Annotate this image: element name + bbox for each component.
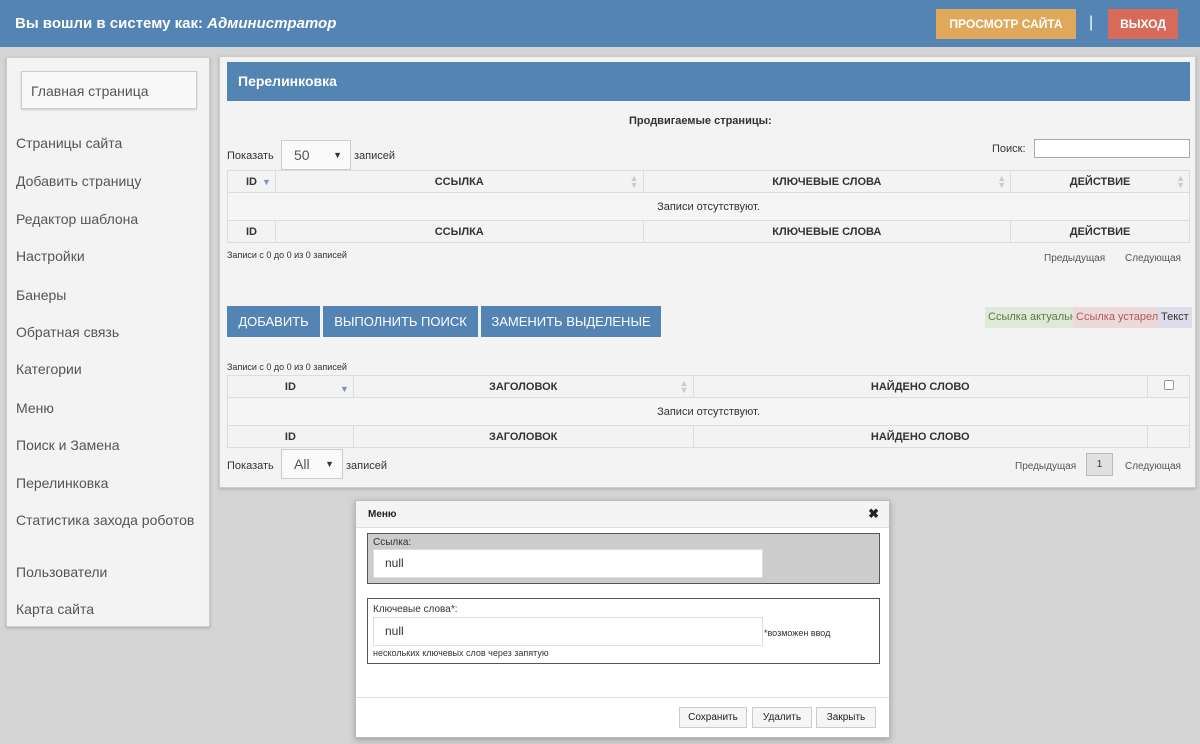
keywords-note-2: нескольких ключевых слов через запятую (373, 648, 549, 658)
panel-title: Перелинковка (227, 62, 1190, 101)
select-all-cell (1147, 375, 1190, 398)
footer-found-word: НАЙДЕНО СЛОВО (692, 425, 1149, 448)
top-bar: Вы вошли в систему как: Администратор ПР… (0, 0, 1200, 47)
column-action[interactable]: ДЕЙСТВИЕ ▲ ▼ (1010, 170, 1190, 193)
empty-message: Записи отсутствуют. (227, 397, 1190, 426)
table-row: Записи отсутствуют. (227, 192, 1190, 221)
keywords-note: *возможен ввод (764, 628, 831, 638)
footer-id: ID (227, 220, 276, 243)
header-separator: | (1089, 14, 1094, 31)
column-keywords[interactable]: КЛЮЧЕВЫЕ СЛОВА ▲ ▼ (642, 170, 1012, 193)
link-fieldset: Ссылка: null (367, 533, 880, 584)
close-button[interactable]: Закрыть (816, 707, 876, 728)
login-status: Вы вошли в систему как: Администратор (15, 15, 336, 32)
sort-icon: ▲ ▼ (1176, 173, 1185, 190)
show-label: Показать (227, 150, 274, 162)
sort-icon: ▲ ▼ (679, 378, 689, 395)
column-id[interactable]: ID ▼ (227, 170, 276, 193)
table-row: Записи отсутствуют. (227, 397, 1190, 426)
keywords-fieldset: Ключевые слова*: null *возможен ввод нес… (367, 598, 880, 664)
sidebar-item-users[interactable]: Пользователи (16, 565, 196, 579)
sidebar-item-pages[interactable]: Страницы сайта (16, 136, 196, 150)
legend-actual: Ссылка актуальна (985, 307, 1086, 328)
page-size-value: 50 (294, 147, 310, 163)
dialog-divider (356, 697, 889, 698)
column-id[interactable]: ID ▼ (227, 375, 354, 398)
sort-desc-icon: ▼ (262, 177, 271, 187)
sidebar-item-add-page[interactable]: Добавить страницу (16, 174, 196, 188)
replace-selected-button[interactable]: ЗАМЕНИТЬ ВЫДЕЛЕНЫЕ (481, 306, 661, 337)
next-page-link-2[interactable]: Следующая (1125, 461, 1181, 472)
dialog-title: Меню (356, 501, 889, 528)
legend-outdated: Ссылка устарела (1073, 307, 1168, 328)
empty-message: Записи отсутствуют. (227, 192, 1190, 221)
table-header-row: ID ▼ ССЫЛКА ▲ ▼ КЛЮЧЕВЫЕ СЛОВА ▲ ▼ ДЕЙСТВИЕ ▲ ▼ (227, 170, 1190, 193)
login-user: Администратор (207, 15, 337, 32)
run-search-button[interactable]: ВЫПОЛНИТЬ ПОИСК (323, 306, 478, 337)
legend-text: Текст (1158, 307, 1192, 328)
sidebar-item-feedback[interactable]: Обратная связь (16, 325, 196, 339)
table-footer-row: ID ЗАГОЛОВОК НАЙДЕНО СЛОВО (227, 425, 1190, 448)
main-panel: Перелинковка Продвигаемые страницы: Пока… (219, 56, 1196, 488)
table-footer-row: ID ССЫЛКА КЛЮЧЕВЫЕ СЛОВА ДЕЙСТВИЕ (227, 220, 1190, 243)
sort-icon: ▲ ▼ (629, 173, 639, 190)
sidebar-home-button[interactable]: Главная страница (21, 71, 197, 109)
prev-page-link[interactable]: Предыдущая (1044, 253, 1105, 264)
view-site-button[interactable]: ПРОСМОТР САЙТА (936, 9, 1076, 39)
table2-info: Записи с 0 до 0 из 0 записей (227, 362, 347, 372)
close-icon[interactable]: ✖ (868, 506, 879, 522)
page-size-select[interactable]: 50 ▼ (281, 140, 351, 170)
column-found-word[interactable]: НАЙДЕНО СЛОВО (692, 375, 1149, 398)
column-link[interactable]: ССЫЛКА ▲ ▼ (274, 170, 644, 193)
sidebar: Главная страница Страницы сайта Добавить… (6, 57, 210, 627)
add-button[interactable]: ДОБАВИТЬ (227, 306, 320, 337)
sidebar-item-search-replace[interactable]: Поиск и Замена (16, 438, 196, 452)
link-input[interactable]: null (373, 549, 763, 578)
footer-title: ЗАГОЛОВОК (352, 425, 694, 448)
show-label: Показать (227, 460, 274, 472)
footer-link: ССЫЛКА (274, 220, 644, 243)
keywords-input[interactable]: null (373, 617, 763, 646)
link-label: Ссылка: (373, 537, 412, 548)
section-title: Продвигаемые страницы: (629, 115, 772, 127)
sidebar-item-settings[interactable]: Настройки (16, 249, 196, 263)
page-size-select-2[interactable]: All ▼ (281, 449, 343, 479)
records-label: записей (346, 460, 388, 472)
save-button[interactable]: Сохранить (679, 707, 747, 728)
sidebar-item-categories[interactable]: Категории (16, 362, 196, 376)
login-prefix: Вы вошли в систему как: (15, 15, 208, 32)
sidebar-item-sitemap[interactable]: Карта сайта (16, 602, 196, 616)
chevron-down-icon: ▼ (325, 459, 334, 469)
table-header-row: ID ▼ ЗАГОЛОВОК ▲ ▼ НАЙДЕНО СЛОВО (227, 375, 1190, 398)
chevron-down-icon: ▼ (333, 150, 342, 160)
sidebar-item-template-editor[interactable]: Редактор шаблона (16, 212, 196, 226)
next-page-link[interactable]: Следующая (1125, 253, 1181, 264)
promoted-pages-table: ID ▼ ССЫЛКА ▲ ▼ КЛЮЧЕВЫЕ СЛОВА ▲ ▼ ДЕЙСТВИЕ ▲ ▼… (227, 170, 1190, 243)
sidebar-item-linking[interactable]: Перелинковка (16, 476, 196, 490)
search-input[interactable] (1034, 139, 1190, 158)
prev-page-link-2[interactable]: Предыдущая (1015, 461, 1076, 472)
logout-button[interactable]: ВЫХОД (1108, 9, 1178, 39)
select-all-checkbox[interactable] (1163, 380, 1174, 390)
sidebar-item-banners[interactable]: Банеры (16, 288, 196, 302)
column-title[interactable]: ЗАГОЛОВОК ▲ ▼ (352, 375, 694, 398)
sort-desc-icon: ▼ (339, 384, 349, 394)
sidebar-item-robot-stats[interactable]: Статистика захода роботов (16, 513, 196, 527)
footer-blank (1147, 425, 1190, 448)
table-info: Записи с 0 до 0 из 0 записей (227, 250, 347, 260)
footer-id: ID (227, 425, 354, 448)
page-1-button[interactable]: 1 (1086, 453, 1113, 476)
sidebar-item-menu[interactable]: Меню (16, 401, 196, 415)
footer-action: ДЕЙСТВИЕ (1010, 220, 1190, 243)
keywords-label: Ключевые слова*: (373, 604, 458, 615)
footer-keywords: КЛЮЧЕВЫЕ СЛОВА (642, 220, 1012, 243)
page-size-value: All (294, 456, 310, 472)
search-label: Поиск: (992, 143, 1026, 155)
search-results-table: ID ▼ ЗАГОЛОВОК ▲ ▼ НАЙДЕНО СЛОВО Записи отс… (227, 375, 1190, 448)
delete-button[interactable]: Удалить (752, 707, 812, 728)
records-label: записей (354, 150, 396, 162)
sort-icon: ▲ ▼ (997, 173, 1007, 190)
menu-dialog: Меню ✖ Ссылка: null Ключевые слова*: nul… (355, 500, 890, 738)
